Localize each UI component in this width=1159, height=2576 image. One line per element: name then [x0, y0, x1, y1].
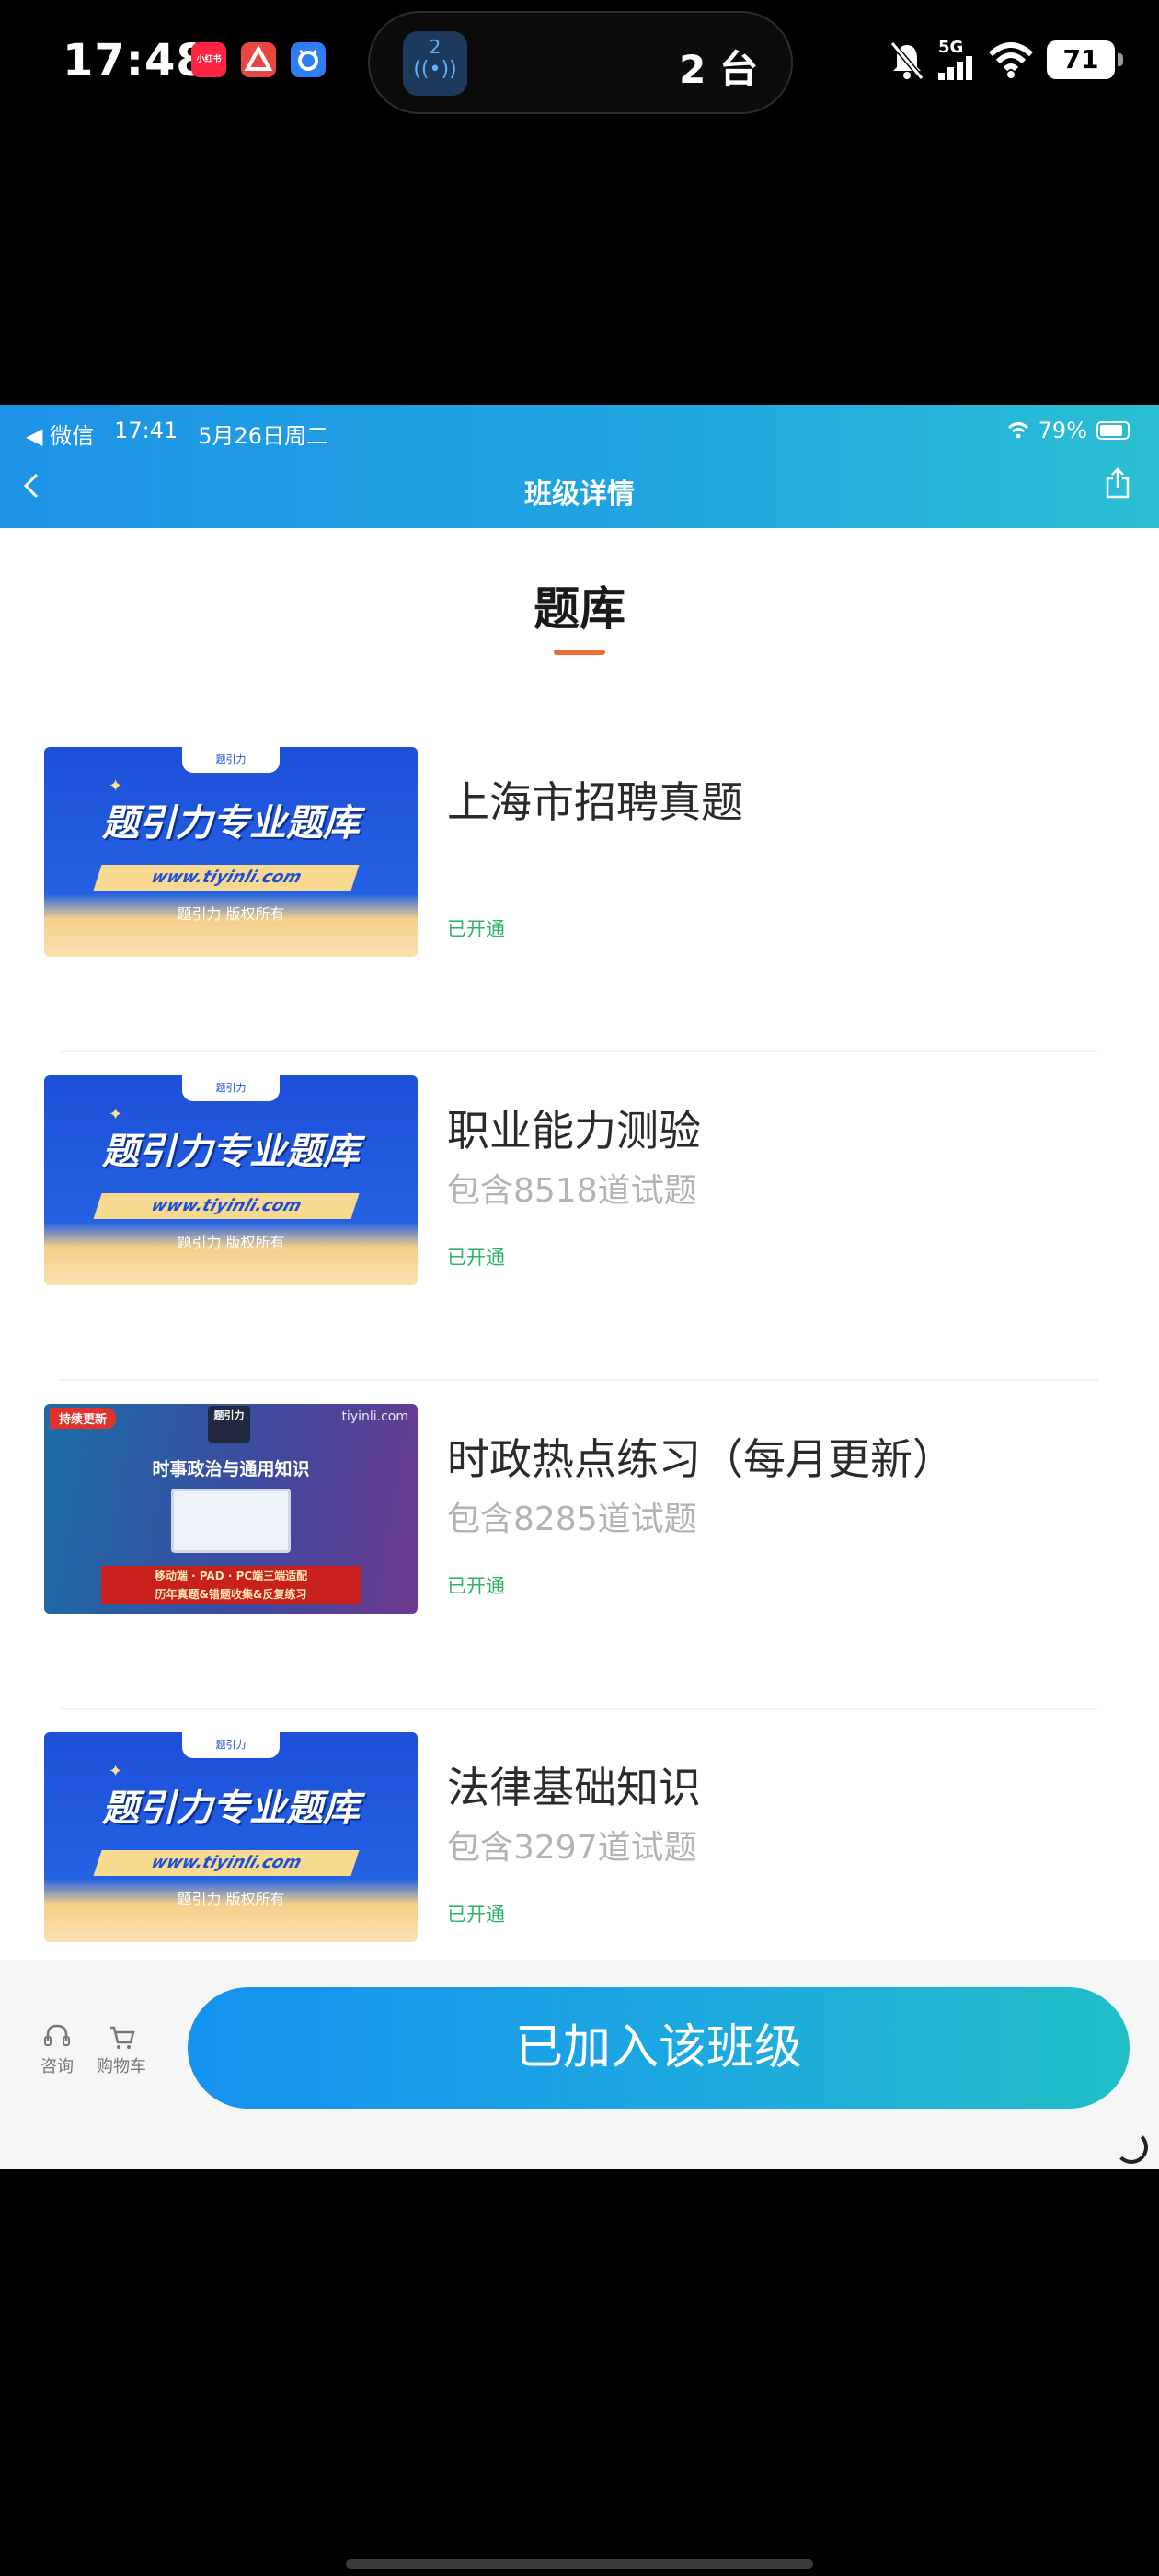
cart-icon [110, 2026, 135, 2049]
thumb-url: www.tiyinli.com [93, 1850, 360, 1876]
thumb-logo: 题引力 [182, 1732, 280, 1758]
wifi-icon [988, 42, 1034, 78]
bank-thumbnail: 持续更新 题引力 tiyinli.com 时事政治与通用知识 移动端 · PAD… [44, 1404, 418, 1614]
bank-count: 包含8518道试题 [447, 1172, 697, 1210]
thumb-feature-bar: 移动端 · PAD · PC端三端适配 历年真题&错题收集&反复练习 [101, 1566, 361, 1604]
alert-app-icon [241, 42, 276, 77]
bank-status: 已开通 [447, 1903, 505, 1926]
loading-spinner-icon [1115, 2131, 1148, 2164]
page-title: 班级详情 [524, 478, 635, 511]
thumb-tag: 持续更新 [50, 1408, 117, 1429]
bank-count: 包含3297道试题 [447, 1829, 697, 1867]
phone-status-bar: 17:48 小红书 2 ((•)) 2 台 5G 71 [0, 0, 1159, 129]
inner-date: 5月26日周二 [198, 423, 329, 449]
app-screen: ◀ 微信 17:41 5月26日周二 79% 班级详情 题库 题引力 ✦ 题引力… [0, 405, 1159, 2169]
thumb-copyright: 题引力 版权所有 [177, 905, 285, 923]
bank-status: 已开通 [447, 1247, 505, 1269]
thumb-copyright: 题引力 版权所有 [177, 1234, 285, 1251]
bank-status: 已开通 [447, 918, 505, 940]
inner-status-right: 79% [1007, 418, 1130, 443]
thumb-line2: 历年真题&错题收集&反复练习 [155, 1588, 307, 1601]
share-button[interactable] [1104, 467, 1137, 504]
thumb-url: www.tiyinli.com [93, 865, 360, 891]
thumb-logo: 题引力 [182, 1075, 280, 1101]
bank-title: 时政热点练习（每月更新） [447, 1434, 955, 1484]
bank-item-aptitude[interactable]: 题引力 ✦ 题引力专业题库 www.tiyinli.com 题引力 版权所有 职… [0, 1052, 1159, 1381]
share-icon [1106, 467, 1130, 499]
section-underline [554, 650, 605, 655]
thumb-subtitle: 时事政治与通用知识 [152, 1459, 310, 1479]
dynamic-island[interactable]: 2 ((•)) 2 台 [368, 11, 793, 114]
island-device-count: 2 台 [679, 47, 758, 92]
thumb-line1: 移动端 · PAD · PC端三端适配 [154, 1570, 308, 1582]
bank-item-shanghai[interactable]: 题引力 ✦ 题引力专业题库 www.tiyinli.com 题引力 版权所有 上… [0, 723, 1159, 1052]
alarm-app-icon [291, 42, 326, 77]
cellular-signal: 5G [938, 40, 975, 80]
cart-label: 购物车 [97, 2057, 146, 2076]
thumb-site: tiyinli.com [341, 1409, 408, 1424]
mute-bell-icon [889, 41, 924, 80]
bank-thumbnail: 题引力 ✦ 题引力专业题库 www.tiyinli.com 题引力 版权所有 [44, 747, 418, 957]
island-badge: 2 [429, 36, 442, 58]
thumb-headline: 题引力专业题库 [102, 1788, 360, 1830]
cart-button[interactable]: 购物车 [94, 2020, 149, 2077]
consult-label: 咨询 [40, 2057, 74, 2076]
signal-bars-icon [938, 56, 972, 80]
phone-status-icons: 5G 71 [889, 37, 1123, 83]
battery-indicator: 71 [1047, 40, 1123, 79]
inner-time: 17:41 [114, 418, 178, 443]
inner-wifi-icon [1007, 422, 1028, 439]
home-indicator[interactable] [346, 2559, 813, 2569]
joined-class-button[interactable]: 已加入该班级 [188, 1987, 1130, 2109]
xiaohongshu-icon: 小红书 [191, 42, 226, 77]
thumb-brand: 题引力 [208, 1406, 250, 1443]
thumb-headline: 题引力专业题库 [102, 1131, 360, 1173]
bank-status: 已开通 [447, 1575, 505, 1597]
inner-carrier[interactable]: ◀ 微信 [26, 418, 94, 450]
bank-item-current-affairs[interactable]: 持续更新 题引力 tiyinli.com 时事政治与通用知识 移动端 · PAD… [0, 1380, 1159, 1709]
inner-battery-text: 79% [1038, 418, 1087, 443]
inner-battery-icon [1096, 421, 1130, 440]
phone-time: 17:48 [63, 35, 208, 86]
network-type: 5G [938, 38, 964, 57]
thumb-logo: 题引力 [182, 747, 280, 773]
device-screen-icon [171, 1489, 291, 1553]
headset-icon [44, 2024, 70, 2046]
bank-title: 上海市招聘真题 [447, 777, 743, 827]
section-title[interactable]: 题库 [0, 572, 1159, 638]
bank-title: 法律基础知识 [447, 1763, 701, 1812]
thumb-headline: 题引力专业题库 [102, 802, 360, 845]
app-header: ◀ 微信 17:41 5月26日周二 79% 班级详情 [0, 405, 1159, 528]
bank-thumbnail: 题引力 ✦ 题引力专业题库 www.tiyinli.com 题引力 版权所有 [44, 1732, 418, 1942]
consult-button[interactable]: 咨询 [29, 2020, 85, 2077]
bank-title: 职业能力测验 [447, 1106, 701, 1156]
bank-count: 包含8285道试题 [447, 1501, 697, 1538]
bottom-action-bar: 咨询 购物车 已加入该班级 [0, 1960, 1159, 2169]
thumb-copyright: 题引力 版权所有 [177, 1891, 285, 1908]
inner-status-bar: ◀ 微信 17:41 5月26日周二 [26, 418, 328, 450]
thumb-url: www.tiyinli.com [93, 1193, 360, 1219]
broadcast-icon: 2 ((•)) [403, 31, 467, 96]
bank-thumbnail: 题引力 ✦ 题引力专业题库 www.tiyinli.com 题引力 版权所有 [44, 1075, 418, 1285]
